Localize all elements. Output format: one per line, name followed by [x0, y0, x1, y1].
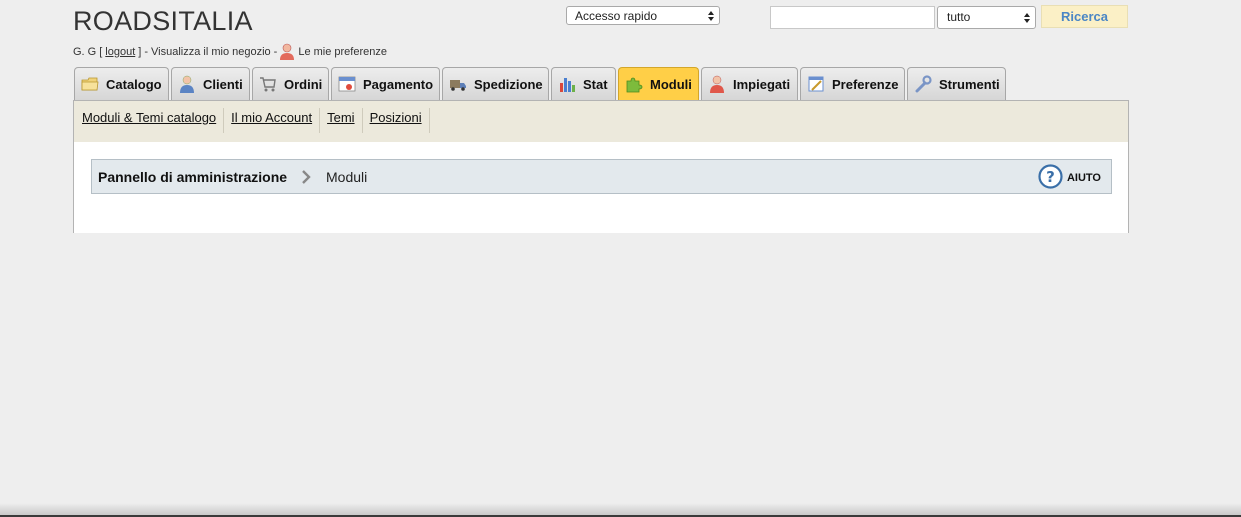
view-shop-link[interactable]: Visualizza il mio negozio	[151, 46, 271, 58]
tab-clienti[interactable]: Clienti	[171, 67, 250, 100]
tab-label: Pagamento	[363, 76, 434, 92]
logout-link[interactable]: logout	[105, 46, 135, 58]
preferences-icon	[808, 76, 824, 92]
tab-label: Clienti	[203, 76, 243, 92]
user-avatar-icon	[280, 43, 295, 60]
quick-access-select[interactable]: Accesso rapido	[566, 6, 720, 25]
tab-catalogo[interactable]: Catalogo	[74, 67, 169, 100]
tab-label: Spedizione	[474, 76, 543, 92]
payment-icon	[338, 76, 356, 92]
sub-navigation: Moduli & Temi catalogo Il mio Account Te…	[73, 100, 1129, 143]
subnav-moduli-temi-catalogo[interactable]: Moduli & Temi catalogo	[74, 108, 225, 133]
help-label: AIUTO	[1066, 172, 1101, 184]
user-line: G. G [ logout ] - Visualizza il mio nego…	[73, 43, 387, 60]
help-icon: ?	[1038, 164, 1063, 189]
tab-label: Stat	[583, 76, 608, 92]
separator-dash: -	[144, 45, 149, 58]
puzzle-icon	[626, 77, 643, 93]
subnav-posizioni[interactable]: Posizioni	[363, 108, 430, 133]
search-scope-select[interactable]: tutto	[937, 6, 1036, 29]
wrench-icon	[915, 75, 932, 93]
tab-spedizione[interactable]: Spedizione	[442, 67, 549, 100]
subnav-temi[interactable]: Temi	[320, 108, 363, 133]
quick-access-value: Accesso rapido	[575, 9, 658, 23]
search-input[interactable]	[770, 6, 935, 29]
tab-label: Moduli	[650, 76, 692, 92]
subnav-il-mio-account[interactable]: Il mio Account	[224, 108, 321, 133]
tab-label: Ordini	[284, 76, 323, 92]
bracket-open: [	[99, 45, 103, 58]
select-arrows-icon	[1024, 13, 1030, 23]
search-scope-value: tutto	[947, 10, 971, 24]
tab-ordini[interactable]: Ordini	[252, 67, 329, 100]
breadcrumb-root[interactable]: Pannello di amministrazione	[98, 169, 287, 185]
tab-stat[interactable]: Stat	[551, 67, 616, 100]
breadcrumb: Pannello di amministrazione Moduli ? AIU…	[91, 159, 1112, 194]
bar-chart-icon	[560, 78, 575, 92]
tab-label: Catalogo	[106, 76, 162, 92]
separator-dash: -	[273, 45, 278, 58]
tab-pagamento[interactable]: Pagamento	[331, 67, 440, 100]
tab-strumenti[interactable]: Strumenti	[907, 67, 1006, 100]
content-panel: Pannello di amministrazione Moduli ? AIU…	[73, 142, 1129, 233]
search-button[interactable]: Ricerca	[1041, 5, 1128, 28]
employee-icon	[710, 75, 724, 93]
tab-impiegati[interactable]: Impiegati	[701, 67, 798, 100]
bracket-close: ]	[138, 45, 142, 58]
help-button[interactable]: ? AIUTO	[1038, 164, 1101, 189]
tab-label: Impiegati	[733, 76, 791, 92]
preferences-link[interactable]: Le mie preferenze	[298, 46, 387, 58]
breadcrumb-current: Moduli	[326, 169, 368, 185]
cart-icon	[260, 77, 276, 92]
select-arrows-icon	[708, 11, 714, 21]
chevron-right-icon	[302, 170, 311, 184]
svg-text:?: ?	[1046, 168, 1055, 186]
tab-moduli[interactable]: Moduli	[618, 67, 699, 100]
tab-label: Preferenze	[832, 76, 899, 92]
tab-label: Strumenti	[939, 76, 1000, 92]
folder-icon	[81, 77, 99, 91]
customer-icon	[180, 75, 194, 93]
shop-name: ROADSITALIA	[73, 6, 253, 36]
truck-icon	[450, 80, 466, 91]
tab-preferenze[interactable]: Preferenze	[800, 67, 905, 100]
user-initials: G. G	[73, 45, 97, 58]
